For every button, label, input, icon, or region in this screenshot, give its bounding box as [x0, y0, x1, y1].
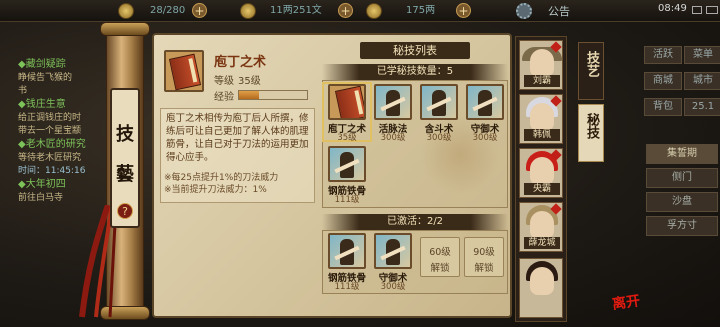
- menu-city[interactable]: 城市: [684, 72, 720, 90]
- menu-main[interactable]: 菜单: [684, 46, 720, 64]
- quest-item[interactable]: ◆老木匠的研究 等待老木匠研究 时间：11:45:16: [18, 138, 98, 178]
- top-resource-bar: 28/280 + 11两251文 + 175两 + 公告 08:49: [0, 0, 720, 22]
- menu-bag[interactable]: 背包: [644, 98, 682, 116]
- item-title: 庖丁之术: [214, 55, 267, 70]
- character-card[interactable]: 韩佩: [519, 94, 563, 144]
- quest-list: ◆藏剑疑踪 睁候告飞猴的 书 ◆钱庄生意 给正调钱庄的时 带去一个星宝颛 ◆老木…: [18, 58, 98, 205]
- leave-seal-button[interactable]: 离开: [611, 290, 642, 314]
- add-copper-button[interactable]: +: [338, 3, 353, 18]
- announcement-button[interactable]: 公告: [548, 3, 570, 19]
- help-button[interactable]: ?: [117, 203, 133, 219]
- locked-slot-60[interactable]: 60级 解锁: [420, 237, 460, 277]
- bag-capacity: 25.1: [684, 98, 720, 116]
- side-menu-item[interactable]: 侧门: [646, 168, 718, 188]
- learned-skill-slot[interactable]: 钢筋铁骨 111级: [324, 146, 370, 205]
- energy-icon: [118, 3, 134, 19]
- battery-icon: [706, 6, 718, 14]
- locked-slot-90[interactable]: 90级 解锁: [464, 237, 504, 277]
- resource-copper: 11两251文: [270, 5, 322, 16]
- exp-progress-bar: [238, 90, 308, 100]
- exp-progress-fill: [239, 91, 260, 99]
- menu-shop[interactable]: 商城: [644, 72, 682, 90]
- panel-title: 秘技列表: [360, 42, 470, 59]
- character-card[interactable]: [519, 258, 563, 318]
- learned-header: 已学秘技数量：5: [322, 64, 508, 80]
- learned-skill-slot[interactable]: 庖丁之术 35级: [322, 82, 372, 143]
- side-menu-item[interactable]: 孚方寸: [646, 216, 718, 236]
- level-value: 35级: [238, 76, 261, 87]
- active-skill-slot[interactable]: 守御术 300级: [370, 233, 416, 292]
- learned-skill-slot[interactable]: 含斗术 300级: [416, 84, 462, 143]
- add-silver-button[interactable]: +: [456, 3, 471, 18]
- resource-energy: 28/280: [150, 5, 186, 16]
- learned-skill-slot[interactable]: 活脉法 300级: [370, 84, 416, 143]
- active-header: 已激活：2/2: [322, 214, 508, 230]
- side-menu-item[interactable]: 沙盘: [646, 192, 718, 212]
- clock-time: 08:49: [658, 3, 687, 14]
- menu-activity[interactable]: 活跃: [644, 46, 682, 64]
- tab-secret-skills[interactable]: 秘技: [578, 104, 604, 162]
- learned-skill-slot[interactable]: 守御术 300级: [462, 84, 508, 143]
- character-card[interactable]: 央霸: [519, 148, 563, 198]
- tab-skills[interactable]: 技艺: [578, 42, 604, 100]
- wifi-icon: [692, 6, 702, 14]
- character-card[interactable]: 薛龙城: [519, 202, 563, 252]
- add-energy-button[interactable]: +: [192, 3, 207, 18]
- silver-ingot-icon: [366, 3, 382, 19]
- quest-item[interactable]: ◆大年初四 前往白马寺: [18, 178, 98, 205]
- settings-gear-icon[interactable]: [516, 3, 532, 19]
- resource-silver: 175两: [406, 5, 436, 16]
- game-screen: 28/280 + 11两251文 + 175两 + 公告 08:49 ◆藏剑疑踪…: [0, 0, 720, 327]
- copper-coin-icon: [240, 3, 256, 19]
- level-label: 等级: [214, 76, 234, 87]
- quest-item[interactable]: ◆钱庄生意 给正调钱庄的时 带去一个星宝颛: [18, 98, 98, 138]
- exp-label: 经验: [214, 92, 234, 103]
- skill-book-icon: [164, 50, 204, 92]
- skill-notes: ※每25点提升1%的刀法威力 ※当前提升刀法威力：1%: [164, 173, 279, 195]
- active-skill-slot[interactable]: 钢筋铁骨 111级: [324, 233, 370, 292]
- side-menu-item[interactable]: 集誓期: [646, 144, 718, 164]
- quest-item[interactable]: ◆藏剑疑踪 睁候告飞猴的 书: [18, 58, 98, 98]
- character-card[interactable]: 刘霸: [519, 40, 563, 90]
- scroll-cap-top: [100, 22, 150, 36]
